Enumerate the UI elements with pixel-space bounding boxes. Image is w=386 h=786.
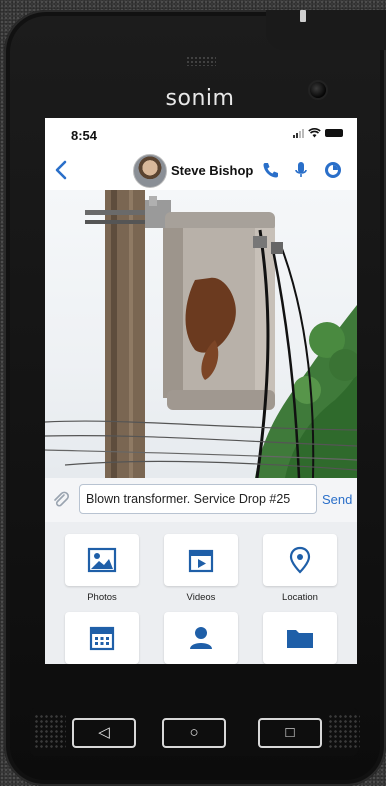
status-bar: 8:54 [45, 118, 357, 150]
paperclip-icon[interactable] [51, 490, 71, 510]
back-chevron-icon[interactable] [51, 158, 73, 182]
calendar-button[interactable] [65, 612, 139, 664]
hardware-nav-bar: ◁ ○ □ [30, 708, 360, 756]
phone-call-icon[interactable] [261, 160, 281, 180]
microphone-icon[interactable] [291, 160, 311, 180]
brand-logo: sonim [165, 86, 235, 111]
contact-share-button[interactable] [164, 612, 238, 664]
home-key[interactable]: ○ [162, 718, 226, 748]
videos-button[interactable] [164, 534, 238, 586]
wifi-icon [308, 128, 321, 138]
contact-avatar[interactable] [133, 154, 167, 188]
chat-header: Steve Bishop [45, 150, 357, 190]
calendar-icon [89, 626, 115, 651]
location-button[interactable] [263, 534, 337, 586]
recents-square-icon: □ [285, 724, 295, 741]
photo-icon [87, 547, 117, 573]
status-icons [293, 128, 343, 138]
transformer-photo[interactable] [45, 190, 357, 478]
folder-icon [287, 630, 313, 648]
signal-icon [293, 128, 304, 138]
back-key[interactable]: ◁ [72, 718, 136, 748]
left-speaker-grille [34, 714, 66, 748]
videos-label: Videos [186, 592, 216, 603]
folder-button[interactable] [263, 612, 337, 664]
earpiece-speaker [186, 56, 216, 66]
contact-name[interactable]: Steve Bishop [171, 163, 253, 178]
recents-key[interactable]: □ [258, 718, 322, 748]
video-icon [188, 549, 214, 573]
back-triangle-icon: ◁ [98, 724, 110, 741]
location-label: Location [282, 592, 318, 603]
location-pin-icon [289, 546, 311, 574]
photos-label: Photos [87, 592, 117, 603]
phone-top-bump [266, 10, 386, 50]
photos-button[interactable] [65, 534, 139, 586]
power-key [300, 10, 306, 22]
battery-icon [325, 129, 343, 137]
front-camera [308, 80, 328, 100]
message-input[interactable] [79, 484, 317, 514]
status-time: 8:54 [71, 128, 98, 143]
home-circle-icon: ○ [189, 724, 199, 741]
status-dial-icon[interactable] [323, 160, 343, 180]
phone-screen: 8:54 Steve Bishop Blown transformer. Ser… [45, 118, 357, 664]
contact-icon [190, 627, 212, 649]
right-speaker-grille [328, 714, 360, 748]
message-composer: Send [45, 478, 357, 522]
attachment-options: Photos Videos Location [45, 522, 357, 664]
send-button[interactable]: Send [322, 492, 352, 507]
